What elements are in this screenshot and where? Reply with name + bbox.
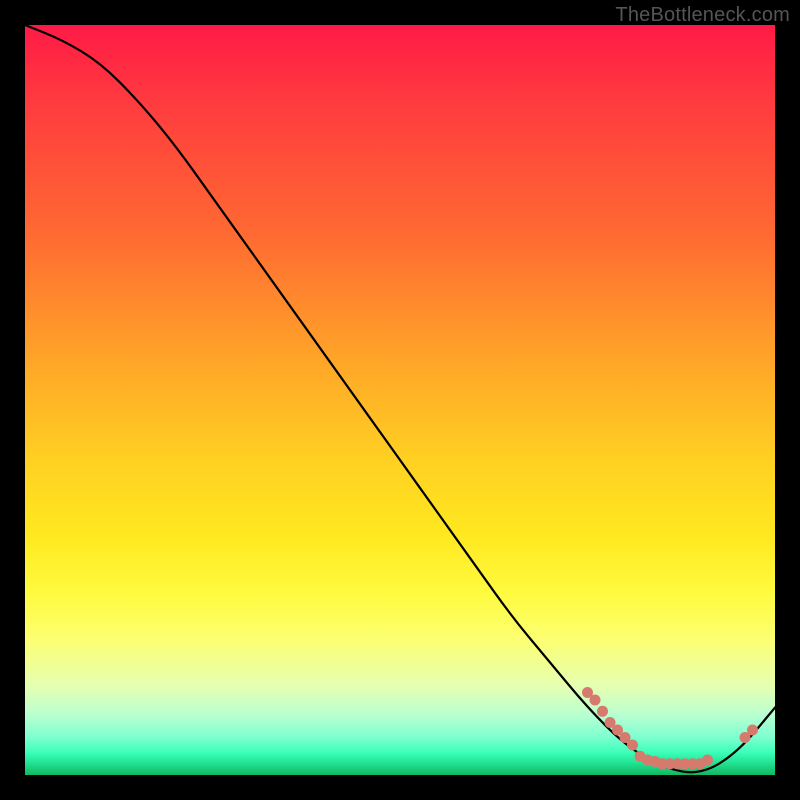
data-point (702, 755, 713, 766)
plot-area (25, 25, 775, 775)
data-point (747, 725, 758, 736)
chart-frame: TheBottleneck.com (0, 0, 800, 800)
curve-svg (25, 25, 775, 775)
data-point (590, 695, 601, 706)
data-point (597, 706, 608, 717)
bottleneck-curve (25, 25, 775, 772)
data-point (627, 740, 638, 751)
watermark-text: TheBottleneck.com (615, 4, 790, 27)
